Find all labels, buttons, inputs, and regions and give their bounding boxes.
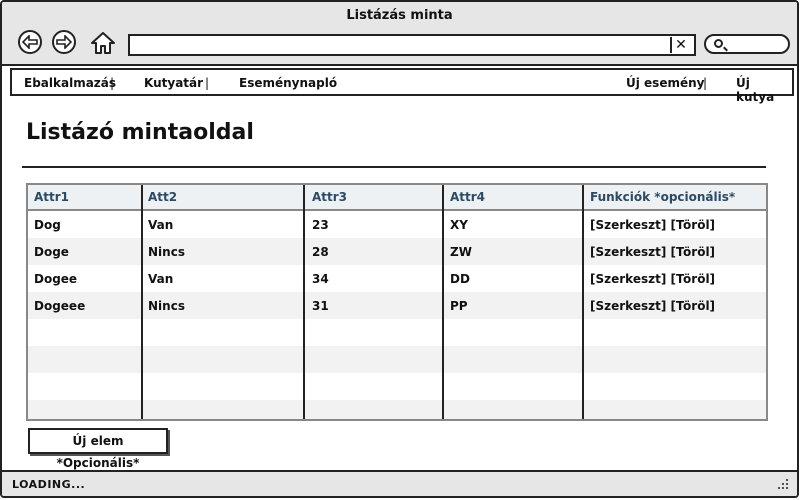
row-actions[interactable]: [Szerkeszt] [Töröl] [590,218,715,232]
home-button[interactable] [90,30,116,56]
table-row[interactable]: Dogee Van 34 DD [Szerkeszt] [Töröl] [28,265,766,292]
search-input[interactable] [704,34,790,54]
table-cell: 34 [312,272,329,286]
row-actions[interactable]: [Szerkeszt] [Töröl] [590,299,715,313]
data-table: Attr1 Att2 Attr3 Attr4 Funkciók *opcioná… [26,183,768,421]
column-header[interactable]: Attr4 [450,190,485,204]
table-row[interactable]: Dogeee Nincs 31 PP [Szerkeszt] [Töröl] [28,292,766,319]
status-bar: LOADING... [2,470,797,496]
status-text: LOADING... [12,478,86,491]
back-arrow-icon [22,35,38,49]
column-divider [141,185,143,419]
home-icon [91,32,115,54]
column-divider [303,185,305,419]
window-title: Listázás minta [346,8,453,23]
table-row-empty [28,400,766,419]
menu-item-uj-esemeny[interactable]: Új esemény [626,76,704,90]
table-cell: Nincs [148,299,185,313]
browser-window: Listázás minta ✕ Ebalkalmazás | Kutyatár… [0,0,799,498]
column-header[interactable]: Funkciók *opcionális* [590,190,735,204]
back-button[interactable] [18,30,42,54]
clear-icon[interactable]: ✕ [670,37,690,53]
table-cell: Dogee [34,272,78,286]
menu-separator: | [205,76,210,90]
table-cell: Dog [34,218,61,232]
column-header[interactable]: Attr3 [312,190,347,204]
search-icon [714,39,723,48]
row-actions[interactable]: [Szerkeszt] [Töröl] [590,272,715,286]
browser-toolbar: Listázás minta ✕ [2,2,797,66]
url-input[interactable]: ✕ [128,34,696,56]
table-row-empty [28,373,766,400]
table-cell: 31 [312,299,329,313]
column-header[interactable]: Att2 [148,190,177,204]
table-row[interactable]: Dog Van 23 XY [Szerkeszt] [Töröl] [28,211,766,238]
column-header[interactable]: Attr1 [34,190,69,204]
column-divider [582,185,584,419]
page-title: Listázó mintaoldal [26,120,254,145]
table-row-empty [28,346,766,373]
menu-separator: | [110,76,115,90]
table-header: Attr1 Att2 Attr3 Attr4 Funkciók *opcioná… [28,185,766,211]
forward-arrow-icon [56,35,72,49]
menu-item-esemenynaplo[interactable]: Eseménynapló [239,76,337,90]
table-cell: ZW [450,245,472,259]
title-divider [22,166,766,168]
menu-item-kutyatar[interactable]: Kutyatár [144,76,203,90]
table-row[interactable]: Doge Nincs 28 ZW [Szerkeszt] [Töröl] [28,238,766,265]
table-row-empty [28,319,766,346]
table-cell: 28 [312,245,329,259]
row-actions[interactable]: [Szerkeszt] [Töröl] [590,245,715,259]
forward-button[interactable] [52,30,76,54]
column-divider [442,185,444,419]
table-cell: Dogeee [34,299,86,313]
table-cell: Nincs [148,245,185,259]
menu-separator: | [703,76,708,90]
menu-bar: Ebalkalmazás | Kutyatár | Eseménynapló Ú… [10,68,794,104]
menu-item-uj-kutya[interactable]: Új kutya [736,76,792,104]
table-cell: Van [148,218,174,232]
table-cell: PP [450,299,468,313]
table-cell: Van [148,272,174,286]
table-cell: XY [450,218,468,232]
new-item-button[interactable]: Új elem *Opcionális* [28,428,168,470]
table-cell: Doge [34,245,69,259]
menu-item-ebalkalmazas[interactable]: Ebalkalmazás [24,76,116,90]
table-cell: DD [450,272,470,286]
resize-grip-icon[interactable] [777,478,789,490]
table-cell: 23 [312,218,329,232]
